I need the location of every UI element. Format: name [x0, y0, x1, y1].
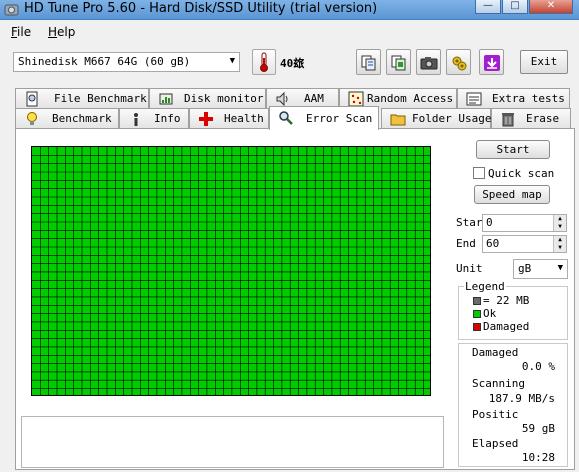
copy-info-icon: [361, 55, 376, 71]
tab-health[interactable]: Health: [189, 108, 269, 129]
extra-tests-icon: [466, 92, 482, 106]
end-field-label: End: [456, 237, 476, 250]
elapsed-value: 10:28: [521, 451, 555, 464]
tab-disk-monitor[interactable]: Disk monitor: [149, 88, 266, 109]
start-button[interactable]: Start: [476, 140, 550, 159]
temperature-readout: 40玈: [280, 57, 305, 70]
damaged-value: 0.0 %: [521, 360, 555, 373]
unit-label: Unit: [456, 262, 483, 275]
scan-block-grid: [31, 146, 431, 396]
drive-select[interactable]: Shinedisk M667 64G (60 gB) ▼: [13, 52, 240, 72]
tab-extra-tests[interactable]: Extra tests: [457, 88, 570, 109]
save-button[interactable]: [479, 49, 504, 75]
tab-erase[interactable]: Erase: [491, 108, 571, 129]
tab-row-bottom: Benchmark Info Health Error Scan Folder …: [15, 106, 571, 130]
scanning-value: 187.9 MB/s: [488, 392, 555, 405]
chevron-down-icon: ▼: [229, 56, 235, 66]
info-icon: [134, 113, 138, 126]
spin-up-icon[interactable]: ▲: [553, 236, 566, 244]
spin-down-icon[interactable]: ▼: [553, 223, 566, 231]
random-access-icon: [348, 91, 364, 107]
magnifier-icon: [279, 111, 293, 125]
legend-swatch-block: [473, 297, 481, 305]
legend-title: Legend: [464, 280, 506, 293]
scanning-label: Scanning: [472, 377, 525, 390]
legend-damaged: Damaged: [483, 320, 530, 333]
menu-help[interactable]: Help: [48, 25, 75, 39]
menu-file[interactable]: File: [11, 25, 31, 39]
end-spinner[interactable]: 60 ▲ ▼: [482, 235, 567, 253]
close-button[interactable]: ✕: [529, 0, 573, 14]
start-field-label: Star: [456, 216, 483, 229]
spin-down-icon[interactable]: ▼: [553, 244, 566, 252]
title-bar: HD Tune Pro 5.60 - Hard Disk/SSD Utility…: [0, 0, 579, 20]
tab-benchmark[interactable]: Benchmark: [15, 108, 119, 129]
chevron-down-icon: ▼: [557, 263, 563, 273]
file-benchmark-icon: [26, 91, 38, 107]
screenshot-button[interactable]: [416, 49, 441, 75]
stats-box: Damaged 0.0 % Scanning 187.9 MB/s Positi…: [458, 343, 568, 467]
options-icon: [452, 56, 467, 71]
tab-file-benchmark[interactable]: File Benchmark: [15, 88, 149, 109]
position-label: Positic: [472, 408, 519, 421]
lightbulb-icon: [27, 112, 37, 125]
start-spinner[interactable]: 0 ▲ ▼: [482, 214, 567, 232]
copy-screenshot-button[interactable]: [386, 49, 411, 75]
damaged-label: Damaged: [472, 346, 519, 359]
save-icon: [484, 55, 500, 71]
minimize-button[interactable]: —: [475, 0, 501, 14]
thermometer-icon: [252, 49, 276, 75]
camera-icon: [420, 57, 438, 70]
spin-up-icon[interactable]: ▲: [553, 215, 566, 223]
exit-button[interactable]: Exit: [520, 50, 568, 74]
menu-bar: File Help: [0, 21, 579, 43]
unit-select-value: gB: [518, 262, 532, 275]
end-value: 60: [486, 237, 500, 250]
disk-monitor-icon: [159, 93, 173, 105]
drive-select-value: Shinedisk M667 64G (60 gB): [18, 55, 191, 68]
options-button[interactable]: [446, 49, 471, 75]
legend-block-size: = 22 MB: [483, 294, 530, 307]
trash-icon: [502, 113, 514, 127]
folder-icon: [390, 114, 406, 126]
copy-screenshot-icon: [391, 55, 406, 71]
unit-select[interactable]: gB ▼: [513, 259, 568, 279]
legend-swatch-damaged: [473, 323, 481, 331]
quick-scan-checkbox[interactable]: [473, 167, 485, 179]
window-title: HD Tune Pro 5.60 - Hard Disk/SSD Utility…: [24, 1, 378, 16]
tab-error-scan[interactable]: Error Scan: [269, 106, 379, 130]
legend-swatch-ok: [473, 310, 481, 318]
app-icon: [4, 4, 19, 16]
scan-block-grid-lines: [32, 147, 430, 395]
start-value: 0: [486, 216, 493, 229]
position-value: 59 gB: [521, 422, 555, 435]
quick-scan-label: Quick scan: [488, 167, 555, 180]
speed-map-button[interactable]: Speed map: [474, 185, 550, 204]
copy-info-button[interactable]: [356, 49, 381, 75]
legend-box: Legend = 22 MB Ok Damaged: [458, 280, 568, 340]
elapsed-label: Elapsed: [472, 437, 519, 450]
speaker-icon: [276, 91, 288, 107]
scan-log-box[interactable]: [21, 416, 444, 468]
health-cross-icon: [199, 112, 213, 126]
tab-folder-usage[interactable]: Folder Usage: [381, 108, 491, 129]
legend-ok: Ok: [483, 307, 497, 320]
maximize-button[interactable]: □: [502, 0, 528, 14]
tab-info[interactable]: Info: [119, 108, 189, 129]
